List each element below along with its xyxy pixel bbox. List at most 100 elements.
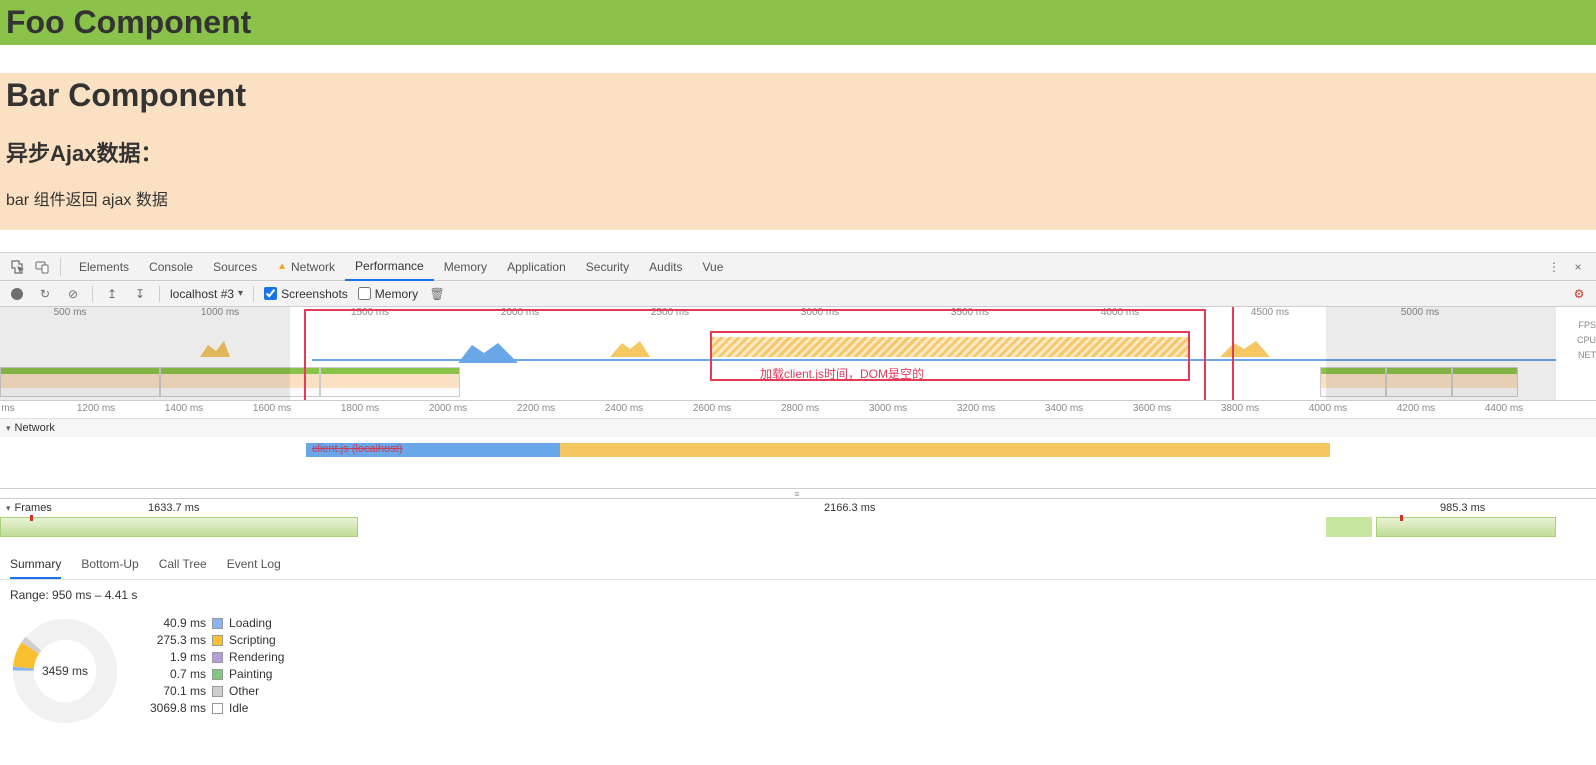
flame-tick: 4400 ms	[1485, 403, 1523, 414]
memory-checkbox[interactable]: Memory	[358, 287, 418, 301]
tab-elements[interactable]: Elements	[69, 253, 139, 281]
ajax-body-text: bar 组件返回 ajax 数据	[0, 182, 1596, 218]
summary-donut-chart: 3459 ms	[10, 616, 120, 726]
network-request-2[interactable]	[560, 443, 1330, 457]
summary-tab-event-log[interactable]: Event Log	[227, 557, 281, 579]
separator	[159, 286, 160, 302]
legend-label: Rendering	[229, 650, 284, 664]
foo-component-banner: Foo Component	[0, 0, 1596, 45]
legend-value: 40.9 ms	[150, 616, 206, 630]
legend-label: Loading	[229, 616, 284, 630]
tab-network[interactable]: Network	[267, 253, 345, 281]
tab-security[interactable]: Security	[576, 253, 639, 281]
flame-tick: 1400 ms	[165, 403, 203, 414]
summary-body: 3459 ms 40.9 msLoading275.3 msScripting1…	[0, 606, 1596, 736]
screenshots-checkbox[interactable]: Screenshots	[264, 287, 348, 301]
tab-sources[interactable]: Sources	[203, 253, 267, 281]
overview-timeline[interactable]: 500 ms1000 ms1500 ms2000 ms2500 ms3000 m…	[0, 307, 1596, 401]
load-icon[interactable]: ↥	[103, 285, 121, 303]
overview-tick: 2500 ms	[651, 307, 689, 318]
screenshots-label: Screenshots	[281, 287, 348, 301]
record-button[interactable]	[8, 285, 26, 303]
summary-tab-call-tree[interactable]: Call Tree	[159, 557, 207, 579]
cpu-spike	[610, 337, 650, 357]
legend-label: Other	[229, 684, 284, 698]
frames-lane[interactable]	[0, 517, 1596, 551]
reload-icon[interactable]: ↻	[36, 285, 54, 303]
summary-tabbar: Summary Bottom-Up Call Tree Event Log	[0, 551, 1596, 580]
perf-toolbar: ↻ ⊘ ↥ ↧ localhost #3 Screenshots Memory …	[0, 281, 1596, 307]
legend-value: 275.3 ms	[150, 633, 206, 647]
tab-audits[interactable]: Audits	[639, 253, 692, 281]
flame-tick: 2600 ms	[693, 403, 731, 414]
separator	[253, 286, 254, 302]
tab-application[interactable]: Application	[497, 253, 576, 281]
summary-tab-summary[interactable]: Summary	[10, 557, 61, 579]
tab-memory[interactable]: Memory	[434, 253, 497, 281]
flame-tick: 3400 ms	[1045, 403, 1083, 414]
frames-section-toggle[interactable]: Frames 1633.7 ms 2166.3 ms 985.3 ms	[0, 499, 1596, 517]
range-text: Range: 950 ms – 4.41 s	[0, 580, 1596, 606]
legend-value: 3069.8 ms	[150, 701, 206, 715]
legend-value: 1.9 ms	[150, 650, 206, 664]
frame-time-2: 2166.3 ms	[824, 502, 875, 514]
profile-dropdown[interactable]: localhost #3	[170, 287, 243, 301]
legend-label: Painting	[229, 667, 284, 681]
overview-tick: 2000 ms	[501, 307, 539, 318]
overview-tick: 3500 ms	[951, 307, 989, 318]
legend-label: Idle	[229, 701, 284, 715]
tab-console[interactable]: Console	[139, 253, 203, 281]
screenshot-thumb	[320, 367, 460, 397]
frame-block[interactable]	[1376, 517, 1556, 537]
summary-legend: 40.9 msLoading275.3 msScripting1.9 msRen…	[150, 616, 284, 715]
frame-block[interactable]	[1326, 517, 1372, 537]
overview-dim-left[interactable]	[0, 307, 290, 400]
network-request-clientjs-label: client.js (localhost)	[312, 443, 402, 455]
overview-lane-labels: FPS CPU NET	[1577, 321, 1596, 360]
frame-time-3: 985.3 ms	[1440, 502, 1485, 514]
fps-label: FPS	[1577, 321, 1596, 330]
settings-gear-icon[interactable]: ⚙	[1570, 285, 1588, 303]
net-label: NET	[1577, 351, 1596, 360]
flame-tick: ms	[1, 403, 14, 414]
close-icon[interactable]: ×	[1568, 257, 1588, 277]
flame-tick: 1800 ms	[341, 403, 379, 414]
clear-icon[interactable]: ⊘	[64, 285, 82, 303]
save-icon[interactable]: ↧	[131, 285, 149, 303]
flame-axis: ms1200 ms1400 ms1600 ms1800 ms2000 ms220…	[0, 401, 1596, 419]
network-section-label: Network	[15, 422, 55, 434]
tab-vue[interactable]: Vue	[693, 253, 734, 281]
flame-tick: 2400 ms	[605, 403, 643, 414]
flame-tick: 3800 ms	[1221, 403, 1259, 414]
devtools-panel: ElementsConsoleSourcesNetworkPerformance…	[0, 252, 1596, 736]
resize-handle[interactable]: ≡	[0, 489, 1596, 499]
network-lane[interactable]: client.js (localhost)	[0, 437, 1596, 489]
overview-dim-right[interactable]	[1326, 307, 1556, 400]
kebab-icon[interactable]: ⋮	[1544, 257, 1564, 277]
network-section-toggle[interactable]: Network	[0, 419, 1596, 437]
frame-block[interactable]	[0, 517, 358, 537]
legend-value: 0.7 ms	[150, 667, 206, 681]
summary-tab-bottom-up[interactable]: Bottom-Up	[81, 557, 138, 579]
device-icon[interactable]	[32, 257, 52, 277]
flame-tick: 4200 ms	[1397, 403, 1435, 414]
trash-icon[interactable]: 🗑	[428, 285, 446, 303]
annotation-dom-empty-label: 加载client.js时间，DOM是空的	[760, 365, 924, 382]
flame-tick: 2200 ms	[517, 403, 555, 414]
frames-section-label: Frames	[15, 502, 52, 514]
flame-tick: 3000 ms	[869, 403, 907, 414]
overview-tick: 4000 ms	[1101, 307, 1139, 318]
devtools-tabbar: ElementsConsoleSourcesNetworkPerformance…	[0, 253, 1596, 281]
legend-swatch	[212, 669, 223, 680]
inspect-icon[interactable]	[8, 257, 28, 277]
flame-tick: 2000 ms	[429, 403, 467, 414]
flame-tick: 4000 ms	[1309, 403, 1347, 414]
legend-swatch	[212, 703, 223, 714]
bar-component-panel: Bar Component 异步Ajax数据： bar 组件返回 ajax 数据	[0, 73, 1596, 230]
legend-swatch	[212, 652, 223, 663]
tab-performance[interactable]: Performance	[345, 253, 434, 281]
memory-label: Memory	[375, 287, 418, 301]
cpu-busy-region	[712, 337, 1188, 357]
flame-tick: 1600 ms	[253, 403, 291, 414]
profile-dropdown-label: localhost #3	[170, 287, 234, 301]
